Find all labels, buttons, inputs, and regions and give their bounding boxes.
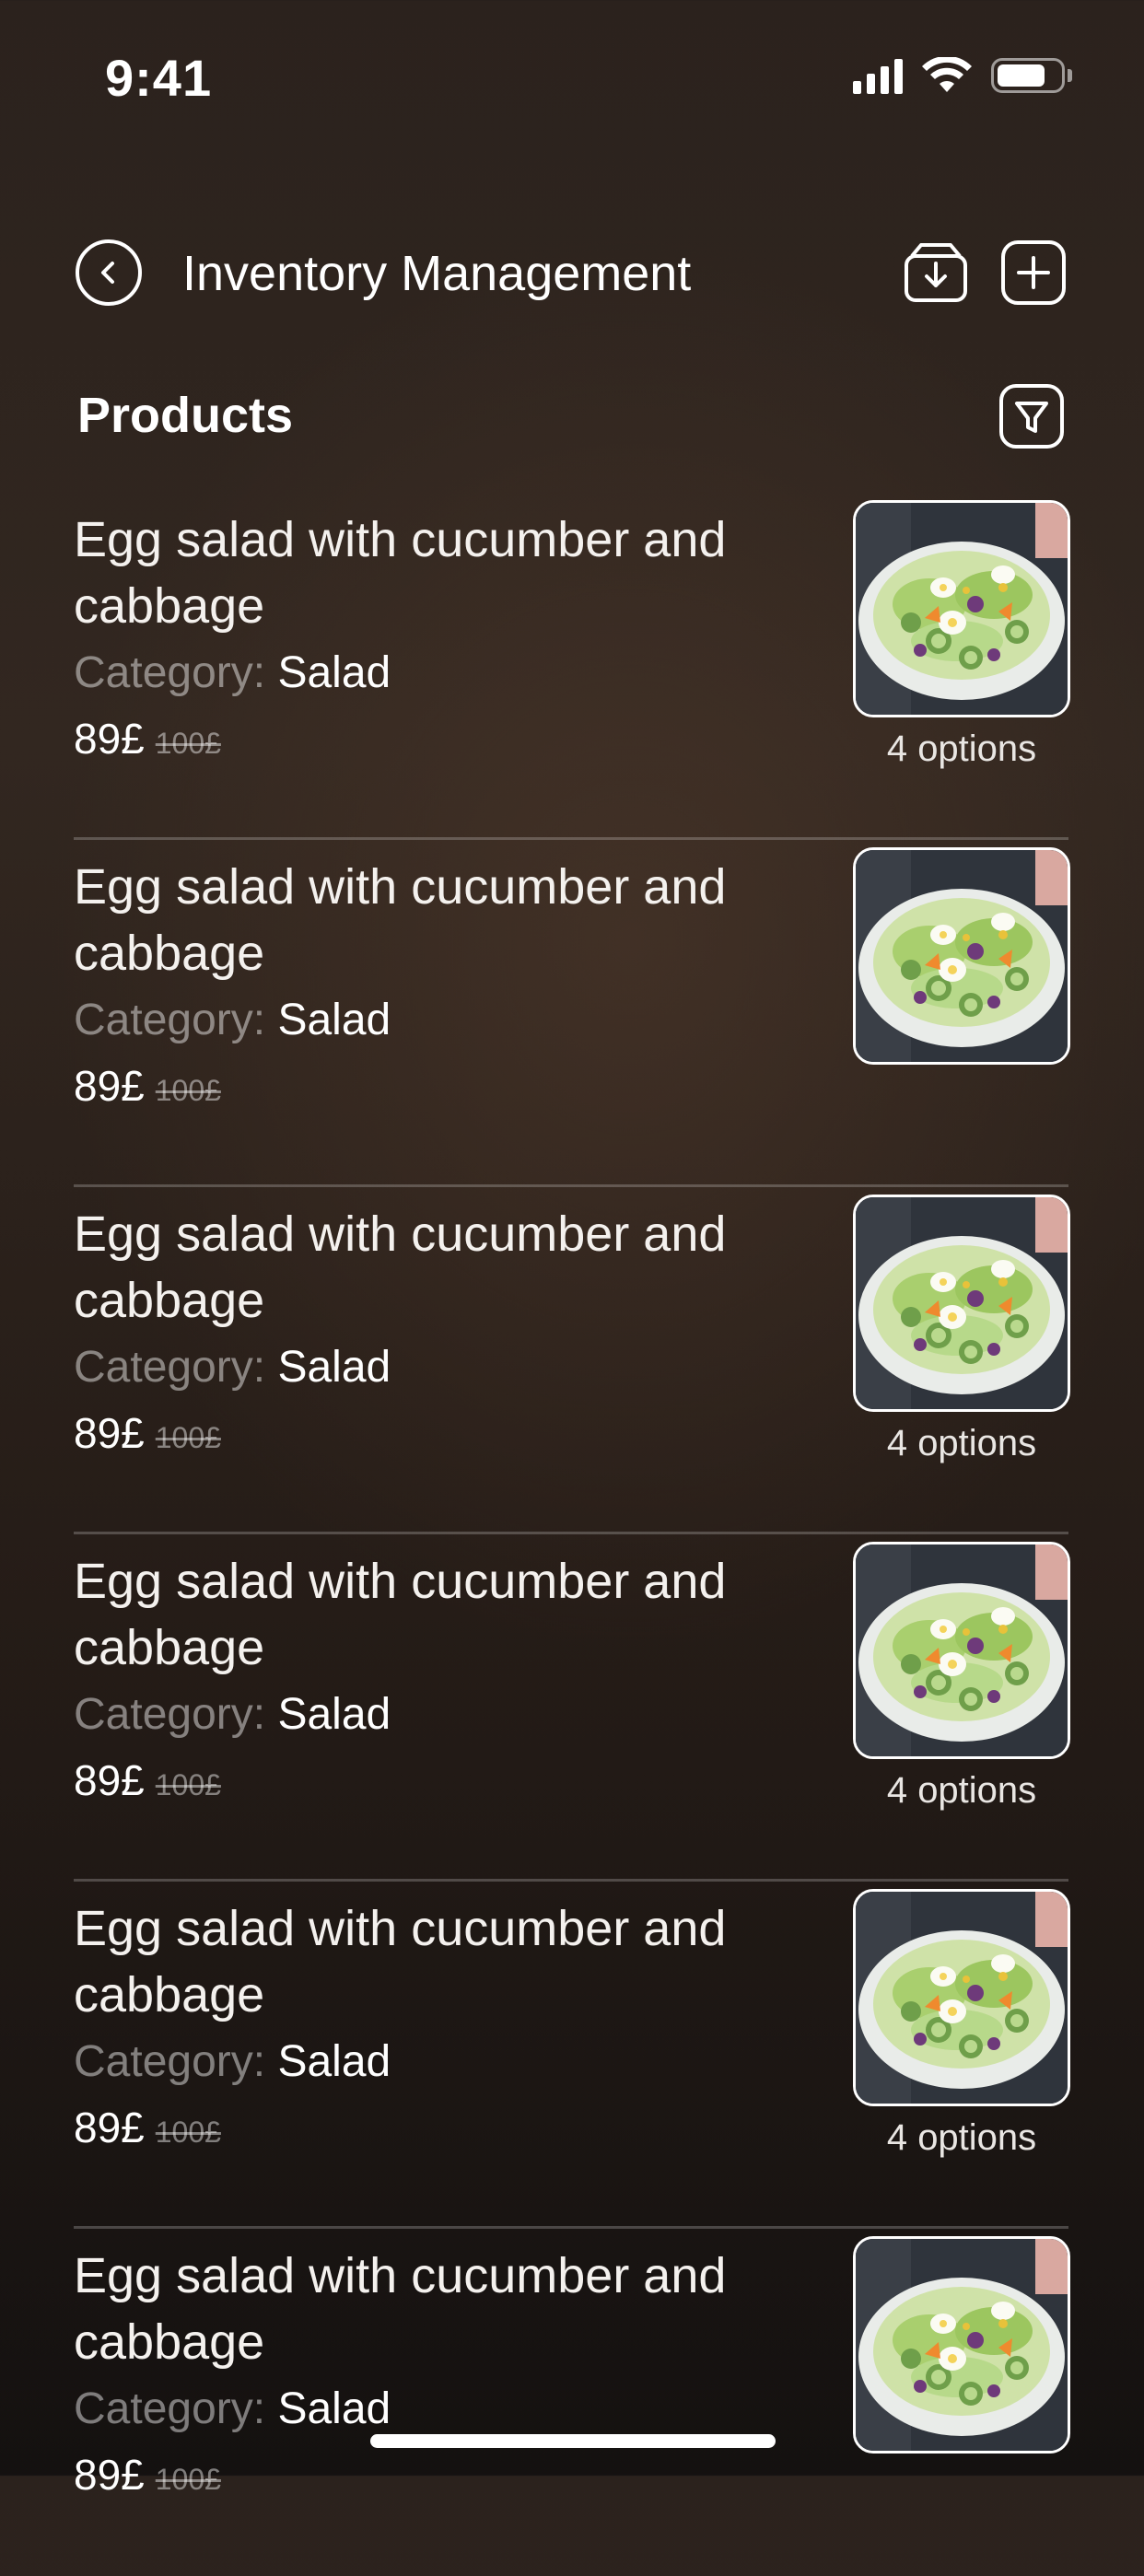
category-label: Category: [74, 2037, 266, 2086]
category-label: Category: [74, 1690, 266, 1739]
product-price: 89£ 100£ [74, 2450, 221, 2500]
price: 89£ [74, 1409, 145, 1457]
product-image[interactable] [853, 2236, 1070, 2454]
category-label: Category: [74, 648, 266, 697]
product-name: Egg salad with cucumber and cabbage [74, 859, 727, 981]
chevron-left-icon [101, 262, 114, 284]
page-title: Inventory Management [182, 246, 692, 301]
category-label: Category: [74, 1343, 266, 1392]
product-price: 89£ 100£ [74, 1755, 221, 1805]
import-button[interactable] [903, 239, 969, 306]
old-price: 100£ [155, 2116, 221, 2149]
product-item[interactable]: Egg salad with cucumber and cabbage Cate… [74, 1882, 1070, 2229]
section-title: Products [77, 388, 294, 443]
old-price: 100£ [155, 1074, 221, 1107]
add-icon [1001, 240, 1066, 305]
category-value: Salad [277, 1343, 391, 1392]
price: 89£ [74, 1756, 145, 1804]
old-price: 100£ [155, 1421, 221, 1454]
status-bar: 9:41 [0, 0, 1144, 138]
product-category: Category: Salad [74, 2384, 391, 2434]
header: Inventory Management [0, 221, 1144, 322]
options-count[interactable]: 4 options [853, 2117, 1070, 2159]
home-indicator[interactable] [370, 2434, 776, 2448]
product-image[interactable] [853, 1195, 1070, 1412]
category-value: Salad [277, 648, 391, 697]
price: 89£ [74, 2451, 145, 2499]
product-name: Egg salad with cucumber and cabbage [74, 1901, 727, 2022]
price: 89£ [74, 1062, 145, 1110]
product-name: Egg salad with cucumber and cabbage [74, 1206, 727, 1328]
status-icons [853, 57, 1072, 94]
wifi-icon [922, 57, 972, 92]
add-button[interactable] [1000, 239, 1067, 306]
product-price: 89£ 100£ [74, 714, 221, 763]
product-item[interactable]: Egg salad with cucumber and cabbage Cate… [74, 493, 1070, 840]
product-image[interactable] [853, 1889, 1070, 2106]
old-price: 100£ [155, 2463, 221, 2496]
category-label: Category: [74, 2384, 266, 2433]
product-list: Egg salad with cucumber and cabbage Cate… [74, 493, 1070, 2576]
product-image[interactable] [853, 1542, 1070, 1759]
product-name: Egg salad with cucumber and cabbage [74, 1554, 727, 1675]
options-count[interactable]: 4 options [853, 1770, 1070, 1812]
product-item[interactable]: Egg salad with cucumber and cabbage Cate… [74, 1534, 1070, 1882]
product-price: 89£ 100£ [74, 2103, 221, 2152]
category-value: Salad [277, 1690, 391, 1739]
price: 89£ [74, 715, 145, 763]
category-value: Salad [277, 2384, 391, 2433]
category-value: Salad [277, 2037, 391, 2086]
product-category: Category: Salad [74, 1342, 391, 1393]
filter-icon [999, 384, 1064, 449]
old-price: 100£ [155, 1768, 221, 1801]
import-icon [905, 243, 967, 302]
category-label: Category: [74, 996, 266, 1044]
product-item[interactable]: Egg salad with cucumber and cabbage Cate… [74, 840, 1070, 1187]
battery-icon [991, 58, 1072, 93]
back-button[interactable] [76, 239, 142, 306]
product-image[interactable] [853, 847, 1070, 1065]
product-category: Category: Salad [74, 647, 391, 698]
options-count[interactable]: 4 options [853, 1423, 1070, 1464]
category-value: Salad [277, 996, 391, 1044]
options-count[interactable]: 4 options [853, 729, 1070, 770]
product-category: Category: Salad [74, 995, 391, 1045]
product-item[interactable]: Egg salad with cucumber and cabbage Cate… [74, 2229, 1070, 2576]
price: 89£ [74, 2104, 145, 2151]
old-price: 100£ [155, 727, 221, 760]
product-name: Egg salad with cucumber and cabbage [74, 2248, 727, 2370]
product-name: Egg salad with cucumber and cabbage [74, 512, 727, 634]
product-image[interactable] [853, 500, 1070, 717]
product-category: Category: Salad [74, 1689, 391, 1740]
status-time: 9:41 [105, 49, 213, 107]
product-category: Category: Salad [74, 2036, 391, 2087]
product-item[interactable]: Egg salad with cucumber and cabbage Cate… [74, 1187, 1070, 1534]
signal-icon [853, 57, 903, 94]
product-price: 89£ 100£ [74, 1408, 221, 1458]
product-price: 89£ 100£ [74, 1061, 221, 1111]
filter-button[interactable] [998, 383, 1065, 449]
